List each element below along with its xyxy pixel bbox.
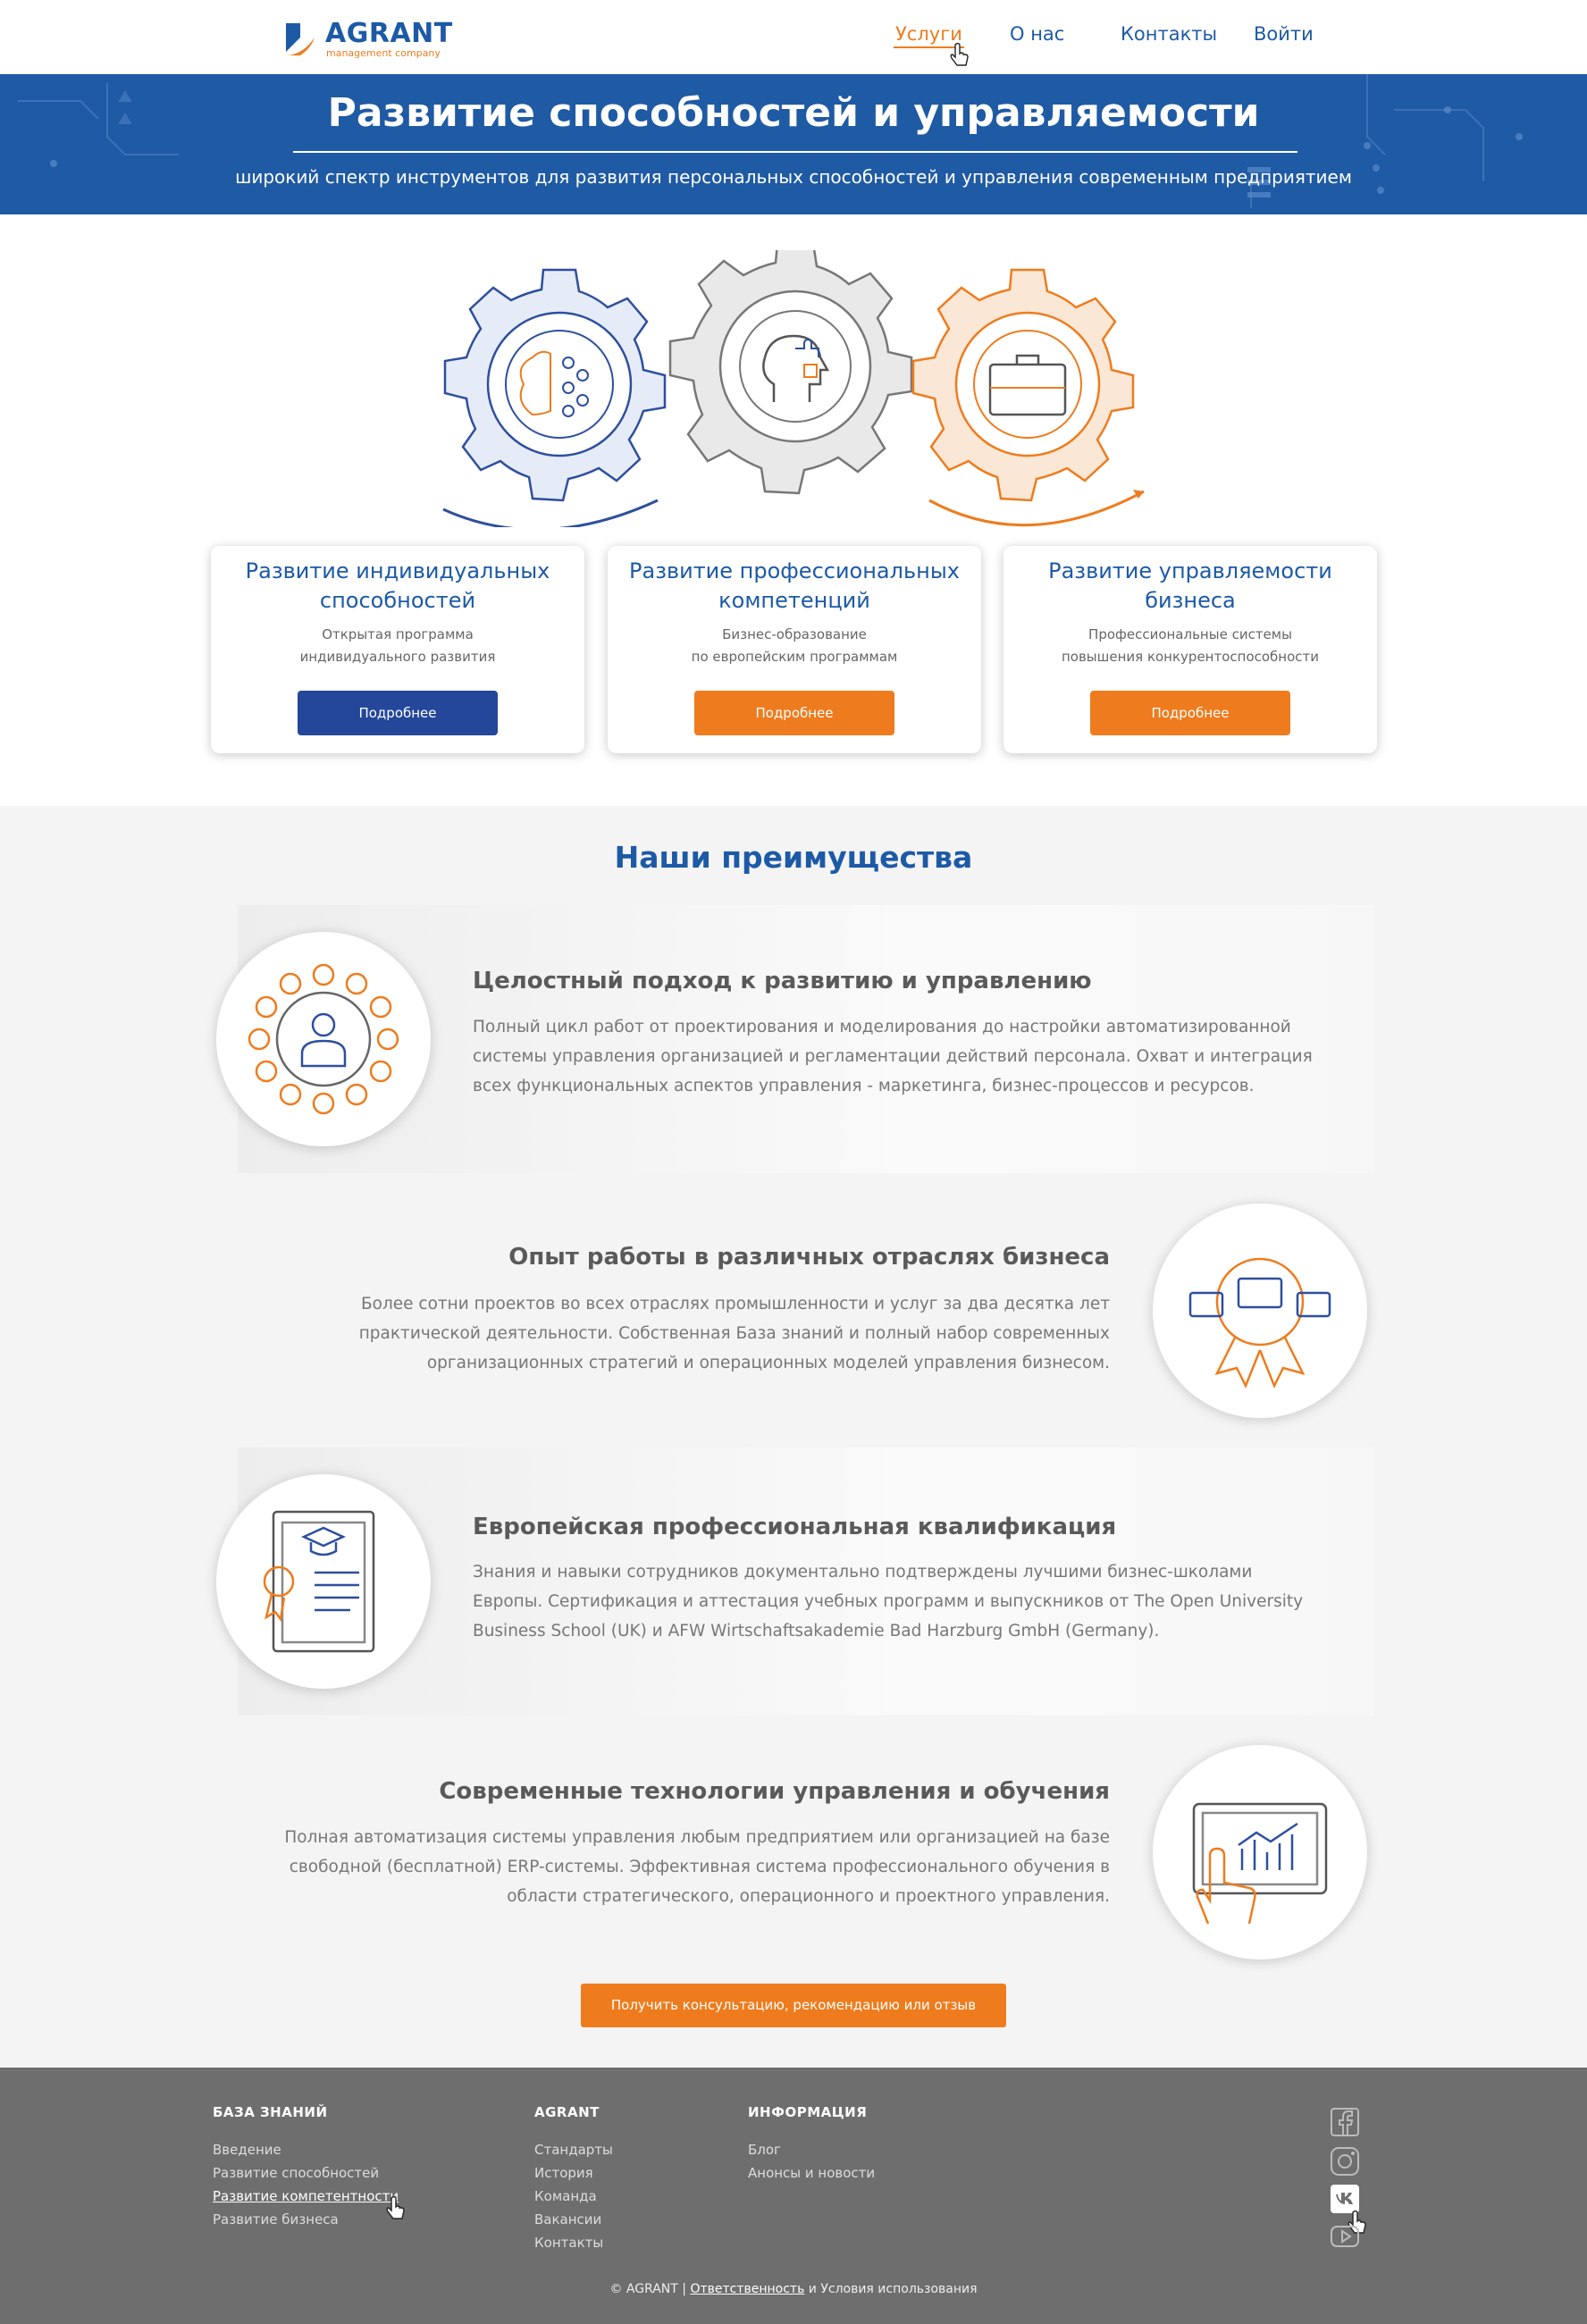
gears-illustration — [442, 250, 1145, 527]
advantages-title: Наши преимущества — [614, 840, 973, 875]
advantage-heading: Целостный подход к развитию и управлению — [473, 968, 1092, 994]
services-section: Развитие индивидуальных способностей Отк… — [0, 214, 1587, 806]
footer-heading-info: ИНФОРМАЦИЯ — [748, 2104, 868, 2120]
people-network-icon — [248, 963, 399, 1115]
footer-link[interactable]: Развитие компетентности — [213, 2185, 399, 2208]
footer-link[interactable]: Команда — [534, 2185, 613, 2208]
footer-link[interactable]: История — [534, 2161, 613, 2185]
footer-links-agrant: Стандарты История Команда Вакансии Конта… — [534, 2138, 613, 2254]
page-subtitle: широкий спектр инструментов для развития… — [235, 166, 1352, 188]
more-button[interactable]: Подробнее — [694, 691, 894, 735]
advantage-text: Полный цикл работ от проектирования и мо… — [473, 1018, 1313, 1095]
service-card-competencies: Развитие профессиональных компетенций Би… — [608, 546, 981, 753]
youtube-icon[interactable] — [1330, 2221, 1360, 2252]
advantage-heading: Опыт работы в различных отраслях бизнеса — [508, 1244, 1110, 1271]
facebook-icon[interactable] — [1330, 2107, 1360, 2137]
footer-link[interactable]: Введение — [213, 2138, 399, 2161]
advantage-circle — [216, 1474, 431, 1689]
more-button[interactable]: Подробнее — [1090, 691, 1290, 735]
hand-cursor-icon — [386, 2196, 405, 2219]
instagram-icon[interactable] — [1330, 2146, 1360, 2177]
footer-heading-knowledge: БАЗА ЗНАНИЙ — [213, 2104, 328, 2120]
touch-chart-icon — [1192, 1802, 1328, 1925]
briefcase-puzzle-gear-icon — [911, 268, 1145, 527]
site-header: AGRANT management company Услуги О нас К… — [0, 0, 1587, 74]
logo[interactable]: AGRANT management company — [284, 18, 463, 61]
advantage-circle — [1153, 1745, 1367, 1959]
footer-link[interactable]: Развитие бизнеса — [213, 2208, 399, 2231]
card-title: Развитие управляемости бизнеса — [1048, 558, 1332, 613]
site-footer: БАЗА ЗНАНИЙ Введение Развитие способност… — [0, 2068, 1587, 2324]
page-title: Развитие способностей и управляемости — [327, 90, 1260, 136]
logo-mark-icon — [286, 23, 315, 55]
logo-name: AGRANT — [325, 18, 453, 49]
more-button[interactable]: Подробнее — [298, 691, 498, 735]
footer-link[interactable]: Блог — [748, 2138, 875, 2161]
brain-gear-icon — [442, 268, 667, 527]
service-card-manageability: Развитие управляемости бизнеса Профессио… — [1003, 546, 1377, 753]
advantage-circle — [216, 932, 431, 1146]
card-title: Развитие профессиональных компетенций — [629, 558, 960, 613]
hand-cursor-icon — [950, 43, 969, 66]
card-description: Бизнес-образование по европейским програм… — [691, 626, 898, 665]
footer-link[interactable]: Развитие способностей — [213, 2161, 399, 2185]
nav-about[interactable]: О нас — [1010, 23, 1064, 45]
consultation-button[interactable]: Получить консультацию, рекомендацию или … — [581, 1984, 1006, 2027]
terms-link[interactable]: Условия использования — [820, 2282, 977, 2296]
advantage-text: Полная автоматизация системы управления … — [284, 1828, 1110, 1906]
footer-links-info: Блог Анонсы и новости — [748, 2138, 875, 2185]
card-description: Открытая программа индивидуального развит… — [299, 626, 496, 665]
footer-heading-agrant: AGRANT — [534, 2104, 600, 2120]
advantage-heading: Современные технологии управления и обуч… — [439, 1778, 1110, 1805]
footer-link[interactable]: Стандарты — [534, 2138, 613, 2161]
advantage-heading: Европейская профессиональная квалификаци… — [473, 1514, 1117, 1540]
nav-contacts[interactable]: Контакты — [1121, 23, 1217, 45]
hero-banner: Развитие способностей и управляемости ши… — [0, 74, 1587, 214]
advantage-text: Более сотни проектов во всех отраслях пр… — [358, 1295, 1110, 1372]
title-divider — [293, 151, 1297, 153]
advantage-circle — [1153, 1204, 1367, 1418]
copyright: © AGRANT | Ответственность и Условия исп… — [609, 2282, 978, 2296]
footer-link[interactable]: Анонсы и новости — [748, 2161, 875, 2185]
vk-icon[interactable] — [1330, 2184, 1360, 2214]
head-puzzle-gear-icon — [668, 250, 913, 495]
briefcase-award-icon — [1188, 1257, 1331, 1389]
footer-links-knowledge: Введение Развитие способностей Развитие … — [213, 2138, 399, 2231]
footer-link[interactable]: Контакты — [534, 2231, 613, 2254]
responsibility-link[interactable]: Ответственность — [690, 2282, 804, 2296]
certificate-icon — [263, 1510, 375, 1653]
advantage-text: Знания и навыки сотрудников документальн… — [473, 1563, 1304, 1640]
nav-login[interactable]: Войти — [1254, 23, 1314, 45]
card-description: Профессиональные системы повышения конкур… — [1061, 626, 1320, 665]
card-title: Развитие индивидуальных способностей — [245, 558, 550, 613]
service-card-abilities: Развитие индивидуальных способностей Отк… — [211, 546, 584, 753]
footer-link[interactable]: Вакансии — [534, 2208, 613, 2231]
logo-subtitle: management company — [326, 47, 441, 59]
